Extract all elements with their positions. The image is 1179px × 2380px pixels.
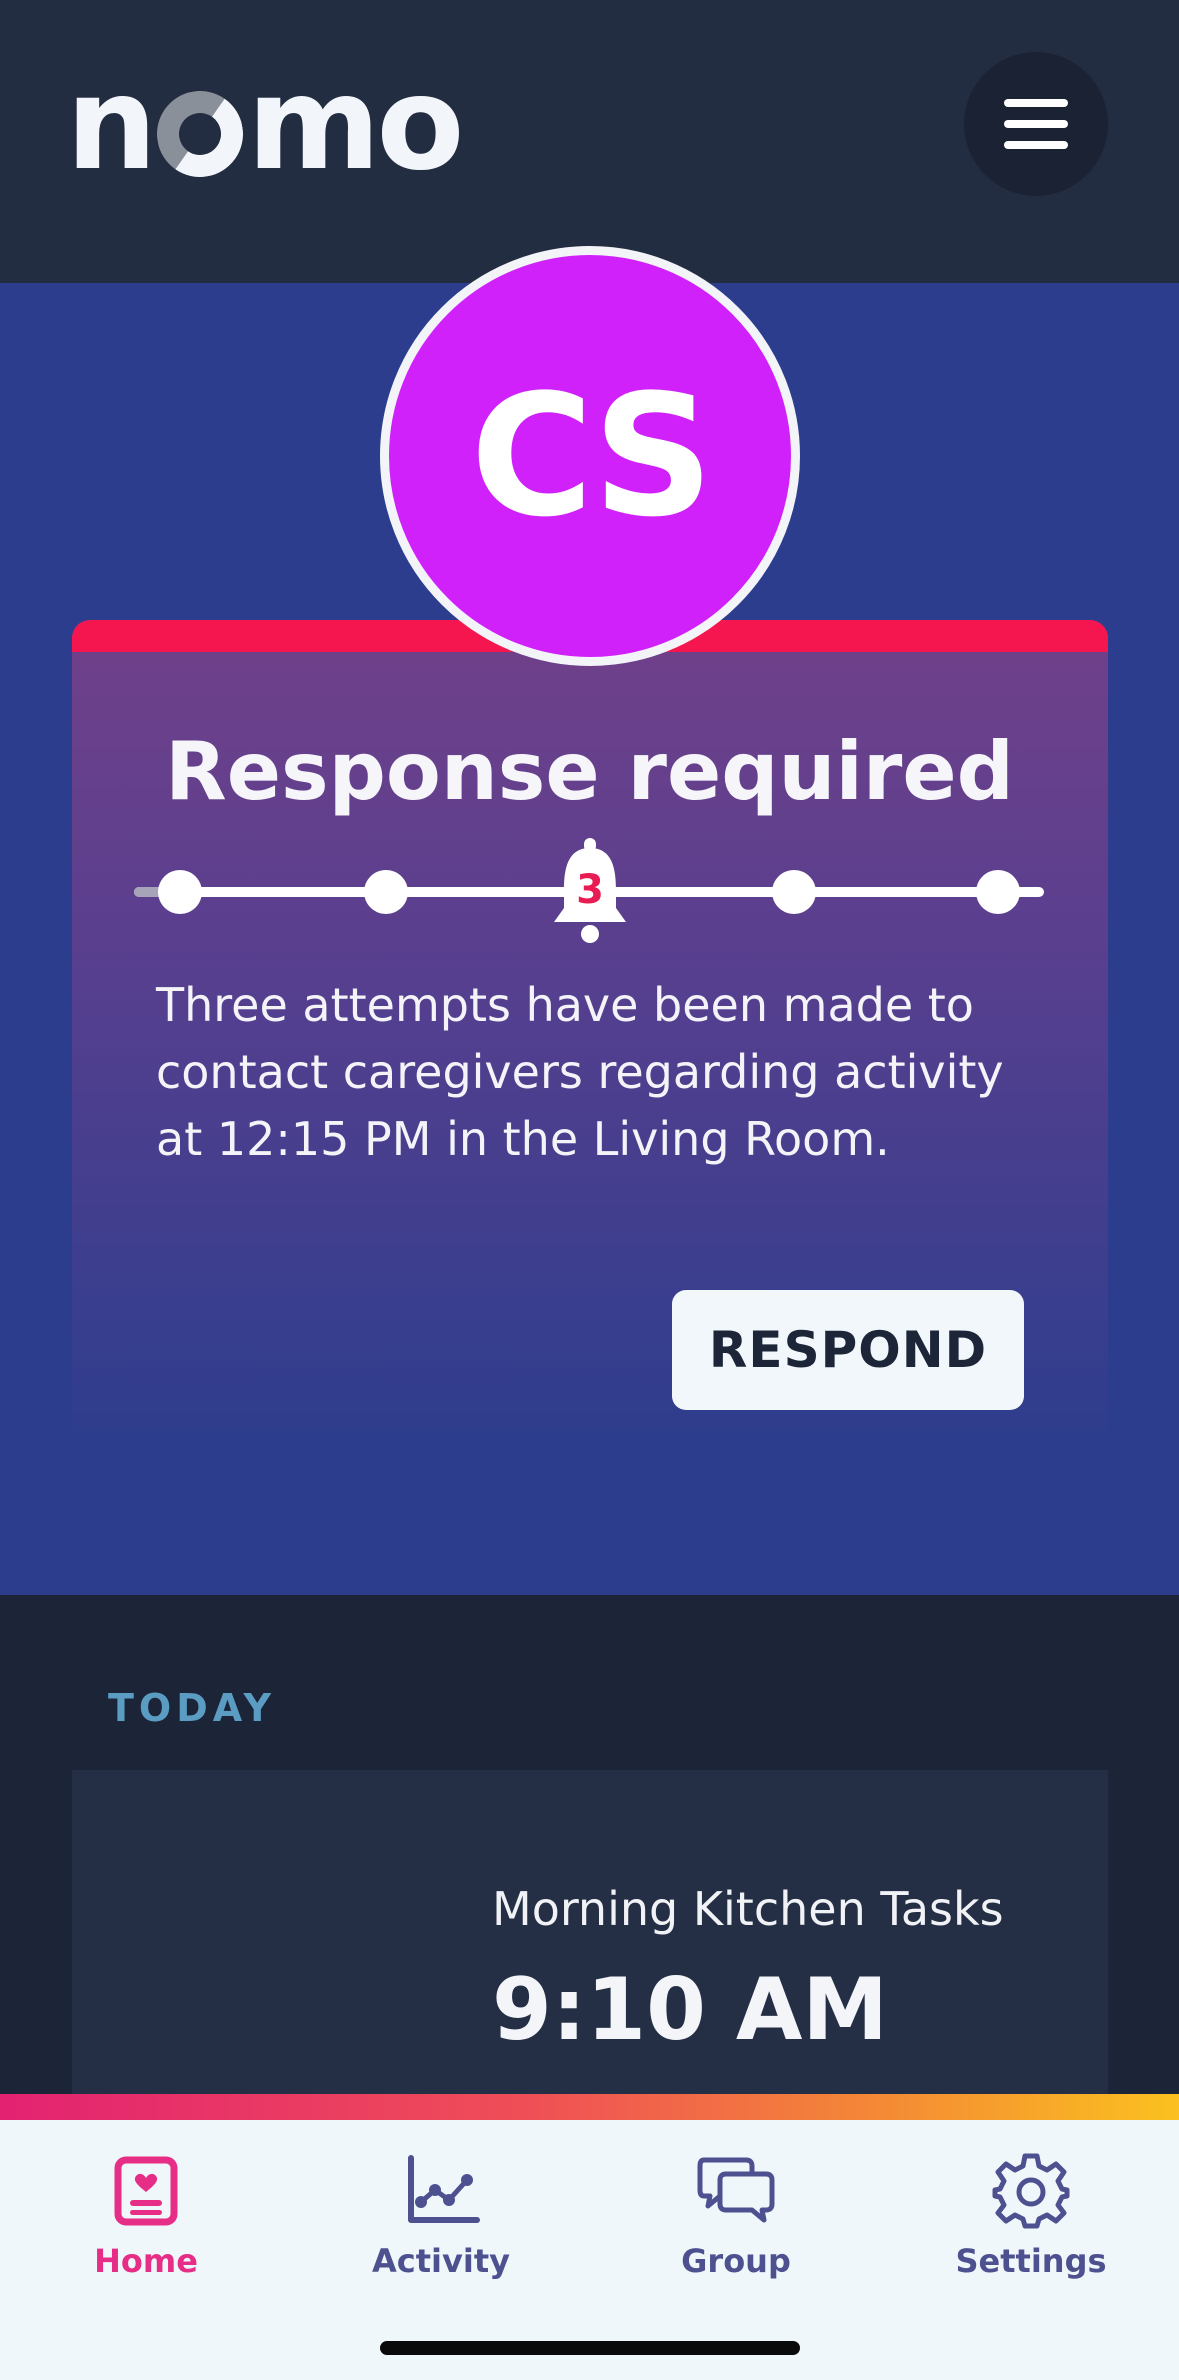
task-time: 9:10 AM [492, 1960, 888, 2060]
respond-button[interactable]: RESPOND [672, 1290, 1024, 1410]
nav-activity[interactable]: Activity [341, 2150, 541, 2300]
nav-label-settings: Settings [955, 2242, 1107, 2280]
nav-label-group: Group [681, 2242, 791, 2280]
nav-settings[interactable]: Settings [931, 2150, 1131, 2300]
group-chat-icon [697, 2157, 775, 2223]
stepper-dot-2 [364, 870, 408, 914]
logo-ring-icon [150, 84, 250, 184]
nav-home[interactable]: Home [46, 2150, 246, 2300]
home-indicator [380, 2341, 800, 2355]
home-journal-icon [114, 2156, 178, 2226]
alert-message: Three attempts have been made to contact… [156, 978, 1004, 1166]
card-title: Response required [165, 725, 1014, 818]
attempt-stepper: 3 [134, 838, 1044, 960]
app-header: n mo [0, 0, 1179, 283]
task-card[interactable]: Morning Kitchen Tasks 9:10 AM [72, 1770, 1108, 2100]
hamburger-menu-icon[interactable] [964, 52, 1108, 196]
task-name: Morning Kitchen Tasks [492, 1882, 1004, 1936]
nav-label-home: Home [94, 2242, 198, 2280]
attempt-count: 3 [576, 867, 604, 913]
stepper-dot-4 [772, 870, 816, 914]
stepper-dot-5 [976, 870, 1020, 914]
avatar: CS [380, 246, 800, 666]
stepper-dot-1 [158, 870, 202, 914]
gear-icon [992, 2153, 1070, 2229]
nomo-logo: n mo [66, 50, 464, 199]
section-title-today: TODAY [108, 1686, 277, 1730]
activity-chart-icon [408, 2155, 480, 2223]
nav-label-activity: Activity [372, 2242, 510, 2280]
nav-group[interactable]: Group [636, 2150, 836, 2300]
gradient-divider [0, 2094, 1179, 2120]
